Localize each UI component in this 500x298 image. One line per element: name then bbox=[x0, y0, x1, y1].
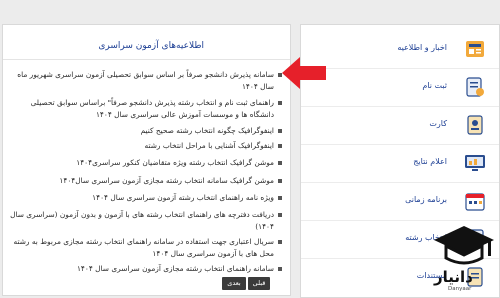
news-item[interactable]: دریافت دفترچه های راهنمای انتخاب رشته ها… bbox=[7, 209, 282, 233]
bullet-icon bbox=[278, 129, 282, 133]
news-item-text: موشن گرافیک سامانه انتخاب رشته مجازی آزم… bbox=[59, 176, 274, 185]
bullet-icon bbox=[278, 213, 282, 217]
watermark-logo: دانیار Danyaar bbox=[430, 222, 498, 296]
news-item-text: ویژه نامه راهنمای انتخاب رشته آزمون سراس… bbox=[92, 193, 274, 202]
news-item-text: موشن گرافیک انتخاب رشته ویژه متقاضیان کن… bbox=[76, 158, 274, 167]
news-item-text: سامانه راهنمای انتخاب رشته مجازی آزمون س… bbox=[76, 264, 274, 273]
sidebar-item-registration[interactable]: ثبت نام bbox=[301, 69, 499, 107]
red-arrow-icon bbox=[282, 57, 326, 89]
news-item-text: اینفوگرافیک چگونه انتخاب رشته صحیح کنیم bbox=[140, 126, 274, 135]
news-item-text: سریال اعتباری جهت استفاده در سامانه راهن… bbox=[13, 237, 274, 258]
news-item-text: راهنمای ثبت نام و انتخاب رشته پذیرش دانش… bbox=[30, 98, 274, 119]
news-item-text: سامانه پذیرش دانشجو صرفاً بر اساس سوابق … bbox=[17, 70, 274, 91]
sidebar-item-label: برنامه زمانی bbox=[405, 195, 447, 204]
news-item-text: اینفوگرافیک آشنایی با مراحل انتخاب رشته bbox=[144, 141, 274, 150]
newspaper-icon bbox=[466, 41, 484, 57]
sidebar-item-label: ثبت نام bbox=[422, 81, 447, 90]
calendar-icon bbox=[465, 193, 485, 211]
sidebar-item-label: اخبار و اطلاعیه bbox=[397, 43, 447, 52]
sidebar-item-label: کارت bbox=[429, 119, 447, 128]
id-card-icon bbox=[467, 115, 483, 135]
news-item[interactable]: سامانه پذیرش دانشجو صرفاً بر اساس سوابق … bbox=[7, 69, 282, 93]
bullet-icon bbox=[278, 101, 282, 105]
sidebar-item-schedule[interactable]: برنامه زمانی bbox=[301, 183, 499, 221]
news-item[interactable]: موشن گرافیک انتخاب رشته ویژه متقاضیان کن… bbox=[7, 157, 282, 169]
announcements-panel: اطلاعیه‌های آزمون سراسری سامانه پذیرش دا… bbox=[2, 24, 291, 296]
sidebar-item-label: اعلام نتایج bbox=[413, 157, 447, 166]
sidebar-item-news[interactable]: اخبار و اطلاعیه bbox=[301, 31, 499, 69]
sidebar-item-results[interactable]: اعلام نتایج bbox=[301, 145, 499, 183]
news-item[interactable]: موشن گرافیک سامانه انتخاب رشته مجازی آزم… bbox=[7, 175, 282, 187]
bullet-icon bbox=[278, 240, 282, 244]
prev-button[interactable]: قبلی bbox=[248, 277, 270, 290]
bullet-icon bbox=[278, 179, 282, 183]
bullet-icon bbox=[278, 144, 282, 148]
news-item[interactable]: اینفوگرافیک آشنایی با مراحل انتخاب رشته bbox=[7, 140, 282, 152]
news-item[interactable]: سریال اعتباری جهت استفاده در سامانه راهن… bbox=[7, 236, 282, 260]
sidebar-item-card[interactable]: کارت bbox=[301, 107, 499, 145]
news-item-text: دریافت دفترچه های راهنمای انتخاب رشته ها… bbox=[10, 210, 274, 231]
next-button[interactable]: بعدی bbox=[222, 277, 246, 290]
graduation-cap-icon bbox=[434, 226, 494, 265]
news-item[interactable]: ویژه نامه راهنمای انتخاب رشته آزمون سراس… bbox=[7, 192, 282, 204]
news-item[interactable]: راهنمای ثبت نام و انتخاب رشته پذیرش دانش… bbox=[7, 97, 282, 121]
registration-icon bbox=[466, 77, 484, 97]
news-item[interactable]: اینفوگرافیک چگونه انتخاب رشته صحیح کنیم bbox=[7, 125, 282, 137]
news-list: سامانه پذیرش دانشجو صرفاً بر اساس سوابق … bbox=[3, 25, 290, 295]
bullet-icon bbox=[278, 161, 282, 165]
results-monitor-icon bbox=[465, 155, 485, 171]
logo-subtext: Danyaar bbox=[448, 286, 472, 292]
logo-text: دانیار bbox=[434, 268, 473, 286]
bullet-icon bbox=[278, 196, 282, 200]
news-item[interactable]: سامانه راهنمای انتخاب رشته مجازی آزمون س… bbox=[7, 263, 282, 275]
bullet-icon bbox=[278, 267, 282, 271]
